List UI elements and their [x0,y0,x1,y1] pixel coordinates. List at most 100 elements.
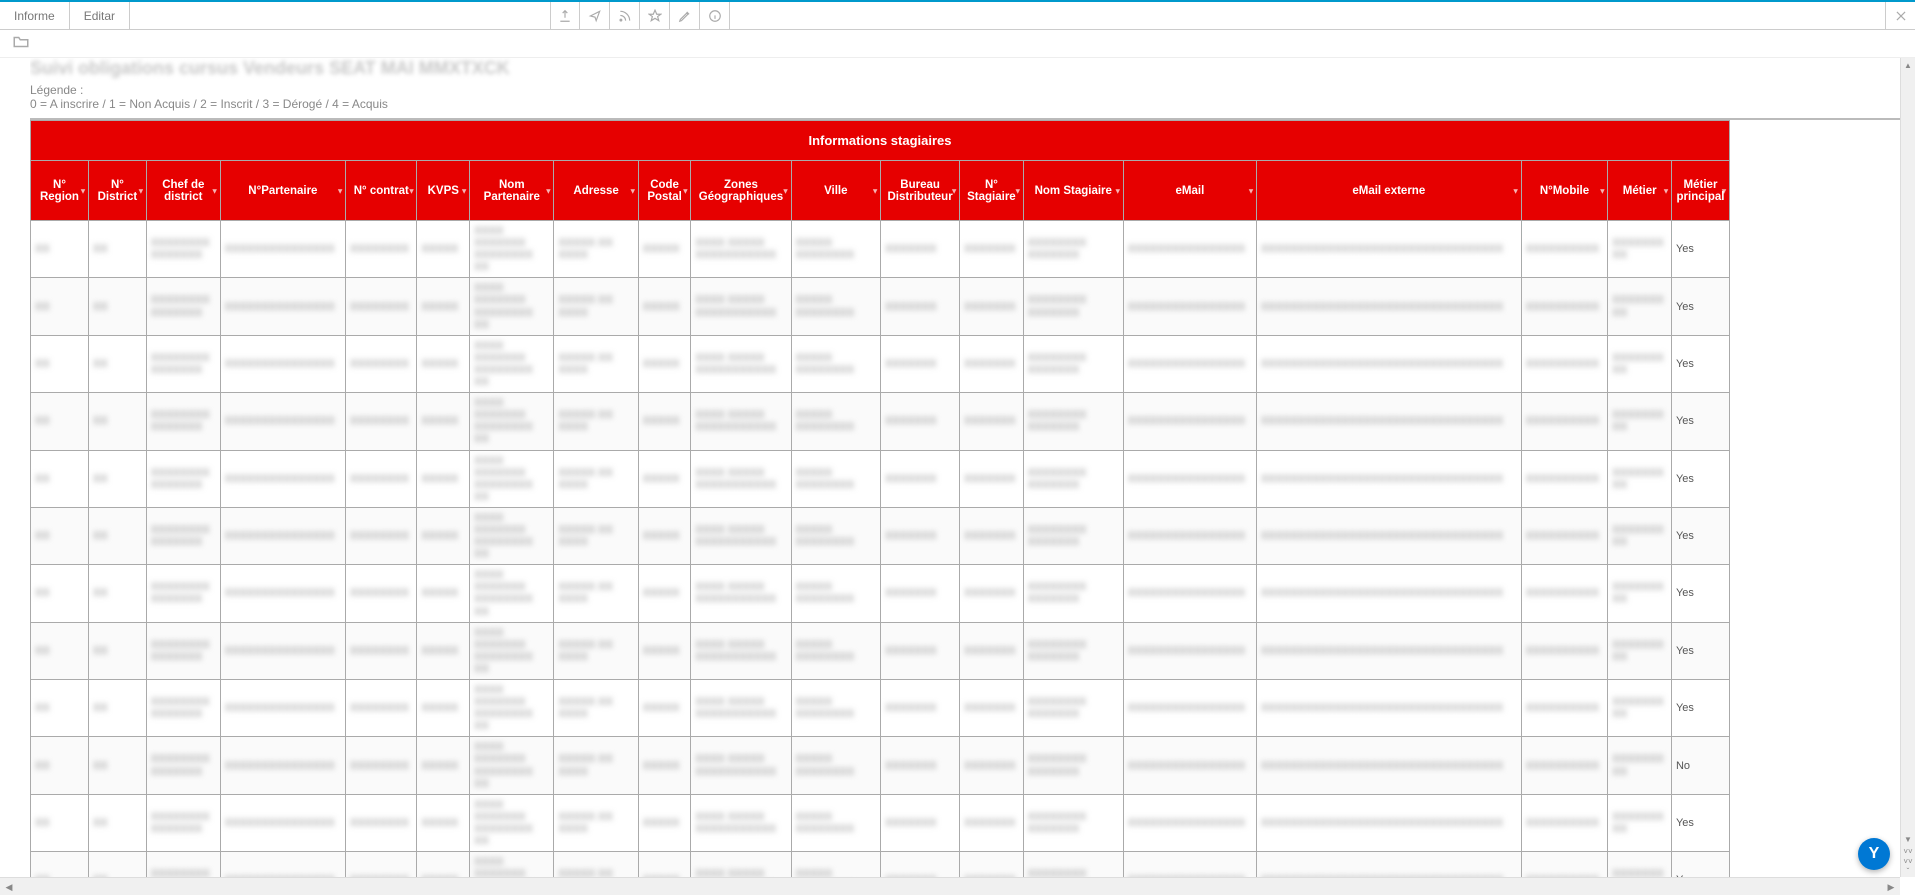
sort-icon[interactable]: ▾ [409,186,413,195]
column-header[interactable]: Ville▾ [791,161,881,221]
table-cell: XXXXXXX [881,450,960,507]
sort-icon[interactable]: ▾ [1249,186,1253,195]
column-header[interactable]: Nom Partenaire▾ [470,161,554,221]
table-row[interactable]: XXXXXXXXXXXX XXXXXXXXXXXXXXXXXXXXXXXXXXX… [31,565,1730,622]
share-icon[interactable] [580,2,610,29]
table-row[interactable]: XXXXXXXXXXXX XXXXXXXXXXXXXXXXXXXXXXXXXXX… [31,450,1730,507]
table-cell: XXXXXXX [960,794,1024,851]
table-cell: XXXXXXX [960,393,1024,450]
table-cell: XXXXXXXXXXXXXXX [220,794,345,851]
sort-icon[interactable]: ▾ [1664,186,1668,195]
sort-icon[interactable]: ▾ [1600,186,1604,195]
vertical-scrollbar[interactable]: ▲ ▼ ˅˅˅˅ˇ [1900,58,1915,877]
column-header[interactable]: N° Region▾ [31,161,89,221]
table-cell: XXXXX XXXXXXXX [791,335,881,392]
column-header[interactable]: Métier principal▾ [1671,161,1729,221]
table-row[interactable]: XXXXXXXXXXXX XXXXXXXXXXXXXXXXXXXXXXXXXXX… [31,622,1730,679]
column-header[interactable]: KVPS▾ [417,161,470,221]
table-cell: XXXXXXXXXXXXXXXX [1123,335,1256,392]
table-cell: XXXXXXXX XXXXXXX [146,278,220,335]
sort-icon[interactable]: ▾ [338,186,342,195]
sort-icon[interactable]: ▾ [631,186,635,195]
scroll-left-icon[interactable]: ◀ [0,878,18,895]
table-row[interactable]: XXXXXXXXXXXX XXXXXXXXXXXXXXXXXXXXXXXXXXX… [31,737,1730,794]
column-header[interactable]: Code Postal▾ [638,161,691,221]
table-cell: XXXXXXXX [346,622,417,679]
sort-icon[interactable]: ▾ [1016,186,1020,195]
table-cell: XXXXXXXXXXXXXXX [220,278,345,335]
sort-icon[interactable]: ▾ [462,186,466,195]
table-cell: XXXXXXXX [346,221,417,278]
table-cell: XXXXX [638,335,691,392]
rss-icon[interactable] [610,2,640,29]
sort-icon[interactable]: ▾ [1722,186,1726,195]
scroll-down-icon[interactable]: ▼ [1901,832,1915,847]
table-cell: XXXXXXXXXXXXXXXXXXXXXXXXXXXXXXXXX [1256,221,1521,278]
table-row[interactable]: XXXXXXXXXXXX XXXXXXXXXXXXXXXXXXXXXXXXXXX… [31,680,1730,737]
table-cell: XXXXX [638,680,691,737]
table-cell: XXXXXXXX XXXXXXX [146,450,220,507]
table-row[interactable]: XXXXXXXXXXXX XXXXXXXXXXXXXXXXXXXXXXXXXXX… [31,278,1730,335]
table-row[interactable]: XXXXXXXXXXXX XXXXXXXXXXXXXXXXXXXXXXXXXXX… [31,794,1730,851]
sort-icon[interactable]: ▾ [139,186,143,195]
table-cell: XXXXXXXX XXXXXXX [1023,622,1123,679]
close-icon[interactable] [1885,2,1915,29]
sort-icon[interactable]: ▾ [1116,186,1120,195]
table-cell: XXXXXXXX XXXXXXX [1023,221,1123,278]
edit-icon[interactable] [670,2,700,29]
table-cell: XXXXXXXX [346,278,417,335]
column-header[interactable]: N° District▾ [88,161,146,221]
column-header[interactable]: eMail externe▾ [1256,161,1521,221]
table-cell: XX [88,507,146,564]
table-cell: XXXXX [638,278,691,335]
table-cell: XXXXX [638,221,691,278]
folder-icon[interactable] [8,29,34,58]
table-cell: XXXXXXXXXX [1521,680,1608,737]
editar-button[interactable]: Editar [70,2,130,29]
table-cell: XXXXX [417,737,470,794]
informe-button[interactable]: Informe [0,2,70,29]
sort-icon[interactable]: ▾ [683,186,687,195]
column-header[interactable]: N°Mobile▾ [1521,161,1608,221]
column-header[interactable]: Métier▾ [1608,161,1672,221]
horizontal-scrollbar[interactable]: ◀ ▶ [0,877,1900,895]
table-row[interactable]: XXXXXXXXXXXX XXXXXXXXXXXXXXXXXXXXXXXXXXX… [31,393,1730,450]
table-cell: XXXXXXXX [346,393,417,450]
table-row[interactable]: XXXXXXXXXXXX XXXXXXXXXXXXXXXXXXXXXXXXXXX… [31,507,1730,564]
scroll-page-icon[interactable]: ˅˅˅˅ˇ [1901,847,1915,877]
scroll-right-icon[interactable]: ▶ [1882,878,1900,895]
scroll-up-icon[interactable]: ▲ [1901,58,1915,73]
sort-icon[interactable]: ▾ [213,186,217,195]
column-header[interactable]: Chef de district▾ [146,161,220,221]
sort-icon[interactable]: ▾ [81,186,85,195]
table-cell: XXXXXXXX XXXXXXX [146,393,220,450]
data-table-scroll[interactable]: Informations stagiaires N° Region▾N° Dis… [30,118,1900,877]
column-header[interactable]: eMail▾ [1123,161,1256,221]
table-row[interactable]: XXXXXXXXXXXX XXXXXXXXXXXXXXXXXXXXXXXXXXX… [31,335,1730,392]
star-icon[interactable] [640,2,670,29]
table-cell: XXXXXXX XX [1608,737,1672,794]
table-cell: XXXXXXXXXX [1521,852,1608,877]
sort-icon[interactable]: ▾ [784,186,788,195]
column-header[interactable]: N° Stagiaire▾ [960,161,1024,221]
table-cell-principal: Yes [1671,507,1729,564]
export-icon[interactable] [550,2,580,29]
column-header[interactable]: N°Partenaire▾ [220,161,345,221]
sort-icon[interactable]: ▾ [952,186,956,195]
sort-icon[interactable]: ▾ [546,186,550,195]
table-cell: XXXXXXXXXX [1521,221,1608,278]
table-cell-principal: Yes [1671,221,1729,278]
column-header[interactable]: Zones Géographiques▾ [691,161,791,221]
column-header[interactable]: Nom Stagiaire▾ [1023,161,1123,221]
sort-icon[interactable]: ▾ [873,186,877,195]
column-header[interactable]: N° contrat▾ [346,161,417,221]
table-row[interactable]: XXXXXXXXXXXX XXXXXXXXXXXXXXXXXXXXXXXXXXX… [31,852,1730,877]
sort-icon[interactable]: ▾ [1514,186,1518,195]
table-cell: XXXXXXXX XXXXXXX [146,737,220,794]
info-icon[interactable] [700,2,730,29]
column-header[interactable]: Adresse▾ [554,161,638,221]
column-header[interactable]: Bureau Distributeur▾ [881,161,960,221]
table-row[interactable]: XXXXXXXXXXXX XXXXXXXXXXXXXXXXXXXXXXXXXXX… [31,221,1730,278]
yammer-button[interactable]: Y [1858,838,1890,870]
table-cell: XX [31,680,89,737]
